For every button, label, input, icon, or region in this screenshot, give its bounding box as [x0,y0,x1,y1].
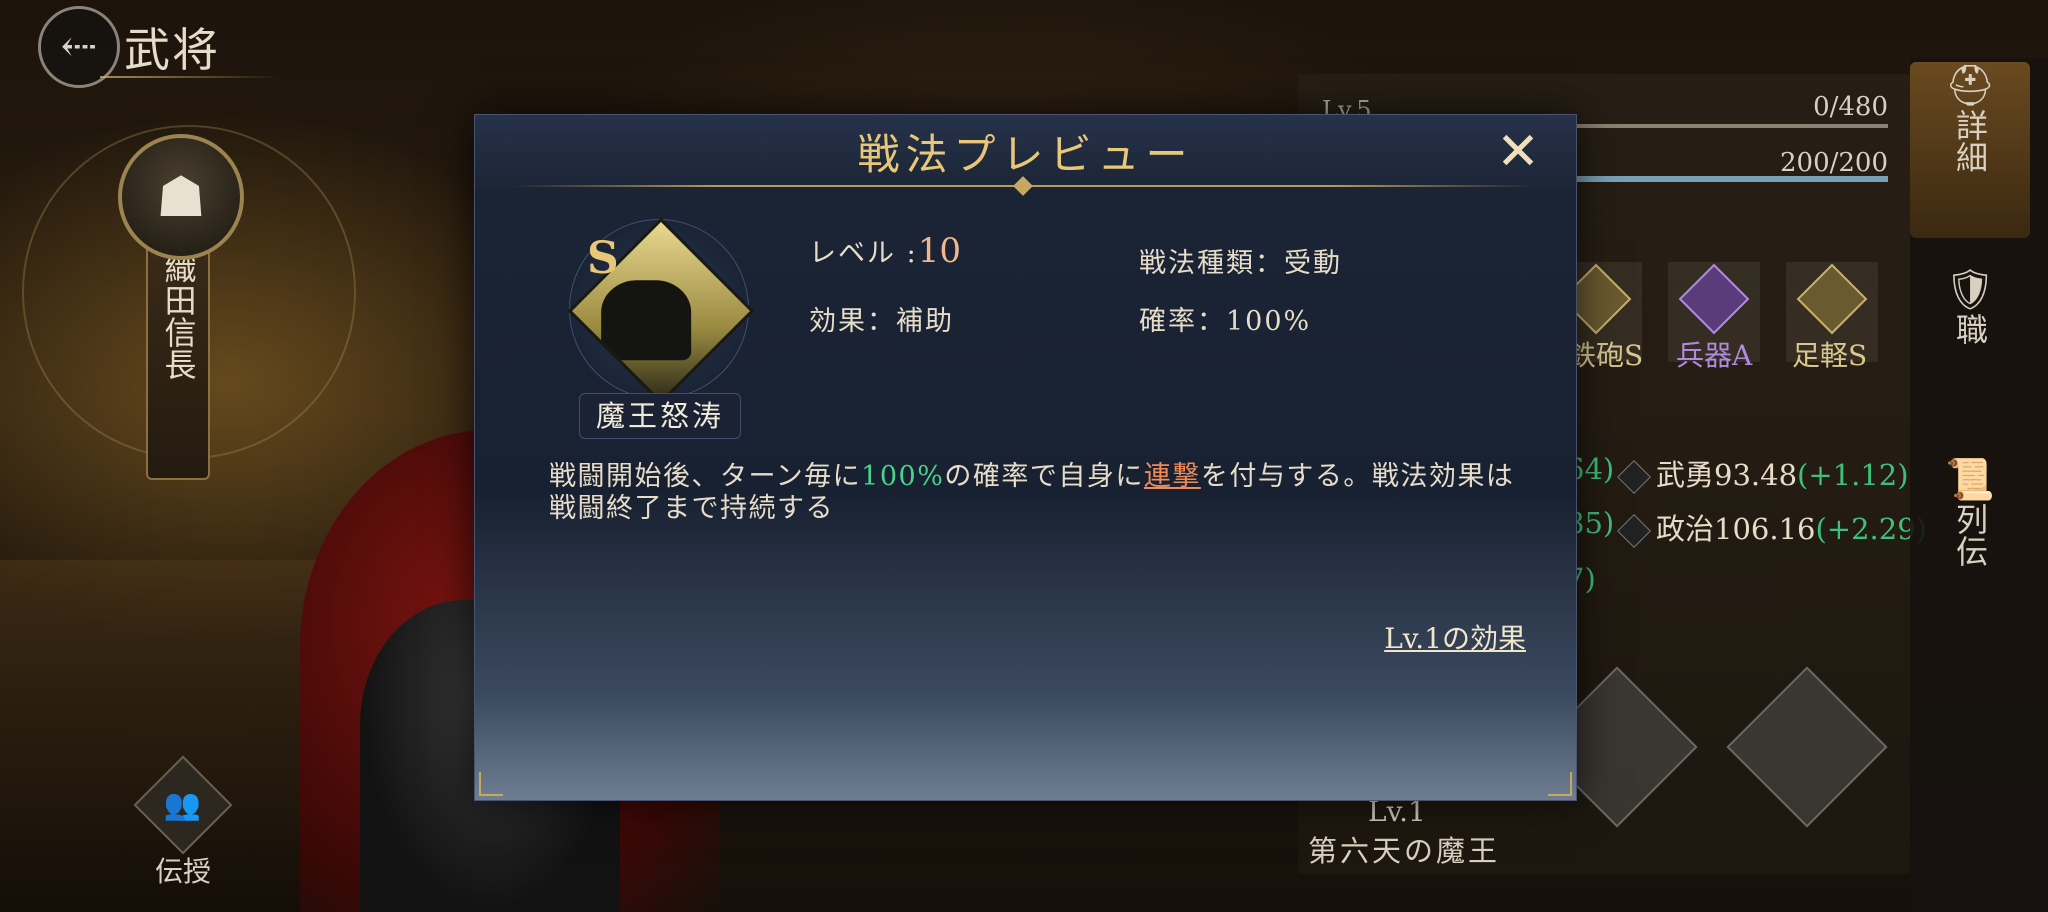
tab-label: 列伝 [1951,503,1989,567]
back-arrow-icon: ⇠ [60,21,98,72]
skill-type: 戦法種類：受動 [1139,248,1342,279]
lv1-effect-link[interactable]: Lv.1の効果 [1384,617,1526,657]
desc-text: の確率で自身に [944,461,1144,492]
sword-icon [1617,460,1651,494]
desc-text: を付与する。戦法効果は [1200,461,1515,492]
unique-skill-name: 第六天の魔王 [1308,834,1501,868]
aptitude-label: 兵器A [1676,339,1753,372]
page-title: 武将 [124,23,220,77]
people-icon: 👥 [133,755,233,855]
scroll-icon: 📜 [1945,457,1995,503]
aptitude-label: 鉄砲S [1568,339,1644,372]
troop-bar [1576,176,1888,182]
general-name-banner: 織田信長 [146,240,210,480]
inherit-button[interactable]: 👥 伝授 [133,755,233,890]
skill-level-label: レベル : [809,238,918,269]
stat-valor-bonus: (+1.12) [1797,458,1909,492]
book-icon [1617,514,1651,548]
general-portrait[interactable]: ☗ [118,134,244,260]
skill-level: レベル :10 [809,231,961,271]
skill-preview-dialog: 戦法プレビュー ✕ S 魔王怒涛 レベル :10 戦法種類：受動 効果：補助 確… [474,114,1577,801]
tab-details[interactable]: ⛑ 詳細 [1910,62,2030,238]
close-button[interactable]: ✕ [1493,122,1543,182]
general-name: 織田信長 [159,252,198,380]
stat-valor: 武勇93.48(+1.12) [1617,452,1909,494]
helmet-icon: ⛑ [1944,63,1996,109]
stat-politics-value: 政治106.16 [1656,512,1816,546]
tab-label: 詳細 [1951,109,1989,173]
corner-ornament [479,772,503,796]
close-icon: ✕ [1496,122,1540,182]
skill-effect: 効果：補助 [809,306,954,337]
skill-rate: 確率：100% [1139,306,1312,337]
stat-politics: 政治106.16(+2.29) [1617,506,1927,548]
desc-text: 戦闘終了まで持続する [549,493,834,524]
tab-job[interactable]: 🛡 職 [1910,266,2030,376]
skill-level-value: 10 [917,231,961,271]
skill-description: 戦闘開始後、ターン毎に100%の確率で自身に連撃を付与する。戦法効果は 戦闘終了… [549,461,1529,525]
tab-label: 職 [1951,313,1989,345]
armor-icon: 🛡 [1944,267,1996,313]
corner-ornament [1548,772,1572,796]
stat-valor-value: 武勇93.48 [1656,458,1798,492]
tab-biography[interactable]: 📜 列伝 [1910,456,2030,576]
aptitude-label: 足軽S [1792,339,1868,372]
exp-value: 0/480 [1813,92,1888,122]
header-divider [100,76,280,78]
desc-highlight-rate: 100% [861,461,945,492]
desc-text: 戦闘開始後、ターン毎に [549,461,862,492]
skill-rank: S [587,233,619,284]
avatar-icon: ☗ [155,164,207,230]
spear-icon [1796,263,1868,335]
dialog-title: 戦法プレビュー [857,130,1194,179]
desc-keyword-link[interactable]: 連撃 [1144,461,1201,492]
cannon-icon [1678,263,1750,335]
inherit-label: 伝授 [154,855,211,888]
troop-value: 200/200 [1779,148,1888,178]
skill-name: 魔王怒涛 [579,393,741,439]
